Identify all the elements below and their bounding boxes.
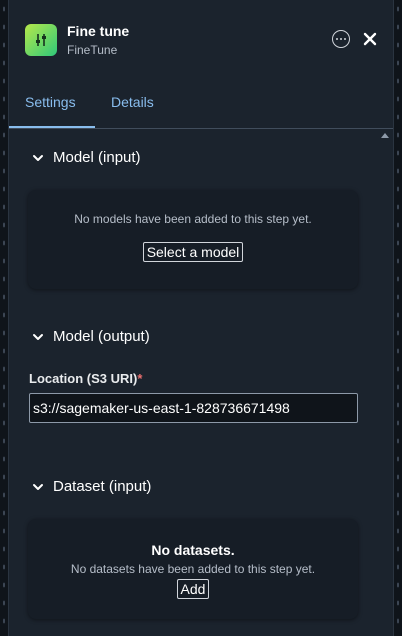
location-field-label: Location (S3 URI)* bbox=[29, 371, 143, 386]
fine-tune-step-icon bbox=[25, 24, 57, 56]
step-subtitle: FineTune bbox=[67, 43, 118, 57]
tab-details[interactable]: Details bbox=[111, 94, 154, 110]
canvas-edge-right bbox=[394, 0, 402, 636]
panel-header: Fine tune FineTune bbox=[9, 0, 393, 80]
scroll-up-icon[interactable] bbox=[381, 133, 389, 138]
dataset-input-card: No datasets. No datasets have been added… bbox=[28, 519, 358, 619]
canvas-edge-left bbox=[0, 0, 8, 636]
section-title: Dataset (input) bbox=[53, 478, 152, 495]
model-input-card: No models have been added to this step y… bbox=[28, 190, 358, 289]
chevron-down-icon bbox=[33, 154, 43, 161]
section-model-input-toggle[interactable]: Model (input) bbox=[31, 149, 141, 166]
section-title: Model (output) bbox=[53, 328, 150, 345]
close-icon[interactable] bbox=[361, 30, 379, 48]
tab-bar: Settings Details bbox=[9, 80, 393, 129]
section-dataset-input-toggle[interactable]: Dataset (input) bbox=[31, 478, 151, 495]
more-options-icon[interactable] bbox=[332, 30, 350, 48]
chevron-down-icon bbox=[33, 483, 43, 490]
chevron-down-icon bbox=[33, 333, 43, 340]
settings-content: Model (input) No models have been added … bbox=[9, 129, 393, 635]
active-tab-indicator bbox=[9, 126, 95, 128]
step-title: Fine tune bbox=[67, 23, 130, 39]
tab-settings[interactable]: Settings bbox=[25, 94, 76, 110]
empty-datasets-text: No datasets have been added to this step… bbox=[70, 562, 316, 576]
empty-models-text: No models have been added to this step y… bbox=[74, 212, 312, 226]
empty-datasets-heading: No datasets. bbox=[151, 542, 235, 558]
step-config-panel: Fine tune FineTune Settings Details Mode… bbox=[8, 0, 394, 636]
select-model-button[interactable]: Select a model bbox=[142, 242, 244, 262]
required-marker: * bbox=[137, 371, 143, 386]
location-s3-uri-input[interactable] bbox=[29, 393, 358, 423]
section-model-output-toggle[interactable]: Model (output) bbox=[31, 328, 150, 345]
section-title: Model (input) bbox=[53, 149, 141, 166]
add-dataset-button[interactable]: Add bbox=[176, 579, 210, 599]
